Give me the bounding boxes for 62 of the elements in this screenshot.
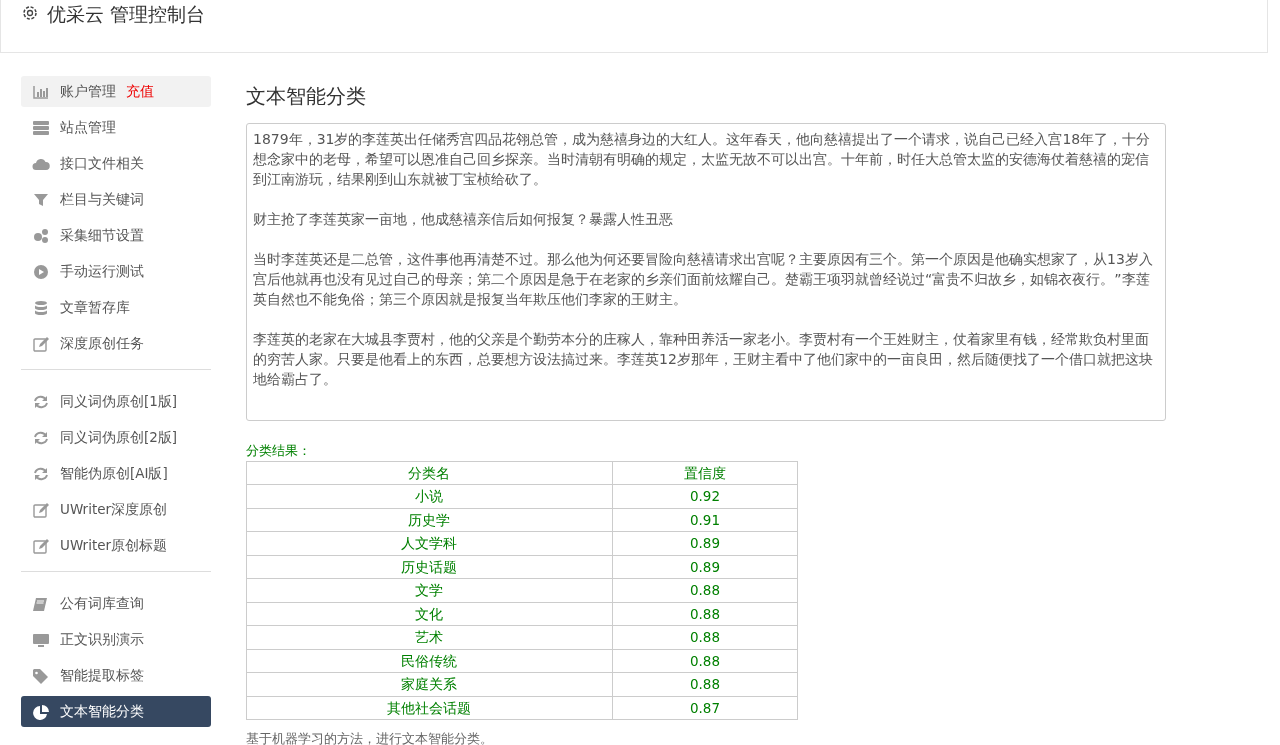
sidebar-item[interactable]: 站点管理 xyxy=(21,112,211,143)
book-icon xyxy=(32,595,50,612)
page-title: 文本智能分类 xyxy=(246,83,367,110)
item-label: 账户管理 xyxy=(60,82,116,102)
sidebar-item[interactable]: UWriter深度原创 xyxy=(21,494,211,525)
sidebar-item[interactable]: 账户管理 充值 xyxy=(21,76,211,107)
sidebar-item[interactable]: 接口文件相关 xyxy=(21,148,211,179)
table-cell: 0.92 xyxy=(612,484,798,508)
edit-icon xyxy=(32,537,50,554)
sidebar-item[interactable]: 栏目与关键词 xyxy=(21,184,211,215)
sidebar-item[interactable]: 深度原创任务 xyxy=(21,328,211,359)
sidebar-item[interactable]: 同义词伪原创[1版] xyxy=(21,386,211,417)
table-cell: 小说 xyxy=(246,484,613,508)
edit-icon xyxy=(32,501,50,518)
sidebar-item[interactable]: UWriter原创标题 xyxy=(21,530,211,561)
table-cell: 0.87 xyxy=(612,696,798,720)
table-cell: 民俗传统 xyxy=(246,649,613,673)
sidebar-item[interactable]: 公有词库查询 xyxy=(21,588,211,619)
table-cell: 其他社会话题 xyxy=(246,696,613,720)
table-cell: 0.89 xyxy=(612,555,798,579)
result-label: 分类结果： xyxy=(246,442,312,460)
recharge-link[interactable]: 充值 xyxy=(126,81,154,102)
sidebar-item[interactable]: 正文识别演示 xyxy=(21,624,211,655)
sidebar-item[interactable]: 文章暂存库 xyxy=(21,292,211,323)
tag-icon xyxy=(32,667,50,684)
play-icon xyxy=(32,263,50,280)
column-header: 分类名 xyxy=(246,461,613,485)
table-cell: 0.88 xyxy=(612,602,798,626)
table-cell: 历史话题 xyxy=(246,555,613,579)
refresh-icon xyxy=(32,429,50,446)
refresh-icon xyxy=(32,465,50,482)
sidebar-item[interactable]: 同义词伪原创[2版] xyxy=(21,422,211,453)
table-cell: 人文学科 xyxy=(246,531,613,555)
table-cell: 艺术 xyxy=(246,625,613,649)
sidebar-item[interactable]: 智能提取标签 xyxy=(21,660,211,691)
table-cell: 文化 xyxy=(246,602,613,626)
server-icon xyxy=(32,119,50,136)
app-title: 优采云 管理控制台 xyxy=(47,2,206,27)
sidebar-item[interactable]: 采集细节设置 xyxy=(21,220,211,251)
sidebar-item[interactable]: 文本智能分类 xyxy=(21,696,211,727)
database-icon xyxy=(32,299,50,316)
sidebar-item[interactable]: 手动运行测试 xyxy=(21,256,211,287)
table-cell: 家庭关系 xyxy=(246,672,613,696)
edit-icon xyxy=(32,335,50,352)
table-cell: 0.88 xyxy=(612,649,798,673)
table-cell: 文学 xyxy=(246,578,613,602)
table-cell: 0.88 xyxy=(612,672,798,696)
monitor-icon xyxy=(32,631,50,648)
sidebar-item[interactable]: 智能伪原创[AI版] xyxy=(21,458,211,489)
bar-chart-icon xyxy=(32,83,50,100)
table-cell: 0.91 xyxy=(612,508,798,532)
table-cell: 历史学 xyxy=(246,508,613,532)
table-cell: 0.89 xyxy=(612,531,798,555)
article-text-area[interactable]: 1879年，31岁的李莲英出任储秀宫四品花翎总管，成为慈禧身边的大红人。这年春天，他向慈禧提出了一个请求，说自己已经入宫18年了，十分想念家中的老母，希望可以恩准自己回乡探亲。当时清朝有明确的规定，太监无故不可以出宫。十年前，时任大总管太监的安德海仗着慈禧的宠信到江南游玩，结果刚到山东就被丁宝桢给砍了。 财主抢了李莲英家一亩地，他成慈禧亲信后如何报复？暴露人性丑恶 当时李莲英还是二总管，这件事他再清楚不过。那么他为何还要冒险向慈禧请求出宫呢？主要原因有三个。第一个原因是他确实想家了，从13岁入宫后他就再也没有见过自己的母亲；第二个原因是急于在老家的乡亲们面前炫耀自己。楚霸王项羽就曾经说过“富贵不归故乡，如锦衣夜行。”李莲英自然也不能免俗；第三个原因就是报复当年欺压他们李家的王财主。 李莲英的老家在大城县李贾村，他的父亲是个勤劳本分的庄稼人，靠种田养活一家老小。李贾村有一个王姓财主，仗着家里有钱，经常欺负村里面的穷苦人家。只要是他看上的东西，总要想方设法搞过来。李莲英12岁那年，王财主看中了他们家中的一亩良田，然后随便找了一个借口就把这块地给霸占了。 xyxy=(246,123,1166,421)
refresh-icon xyxy=(32,393,50,410)
table-cell: 0.88 xyxy=(612,625,798,649)
footnote-text: 基于机器学习的方法，进行文本智能分类。 xyxy=(246,730,494,745)
column-header: 置信度 xyxy=(612,461,798,485)
filter-icon xyxy=(32,191,50,208)
pie-chart-icon xyxy=(32,703,50,720)
table-cell: 0.88 xyxy=(612,578,798,602)
settings-icon xyxy=(21,4,39,22)
